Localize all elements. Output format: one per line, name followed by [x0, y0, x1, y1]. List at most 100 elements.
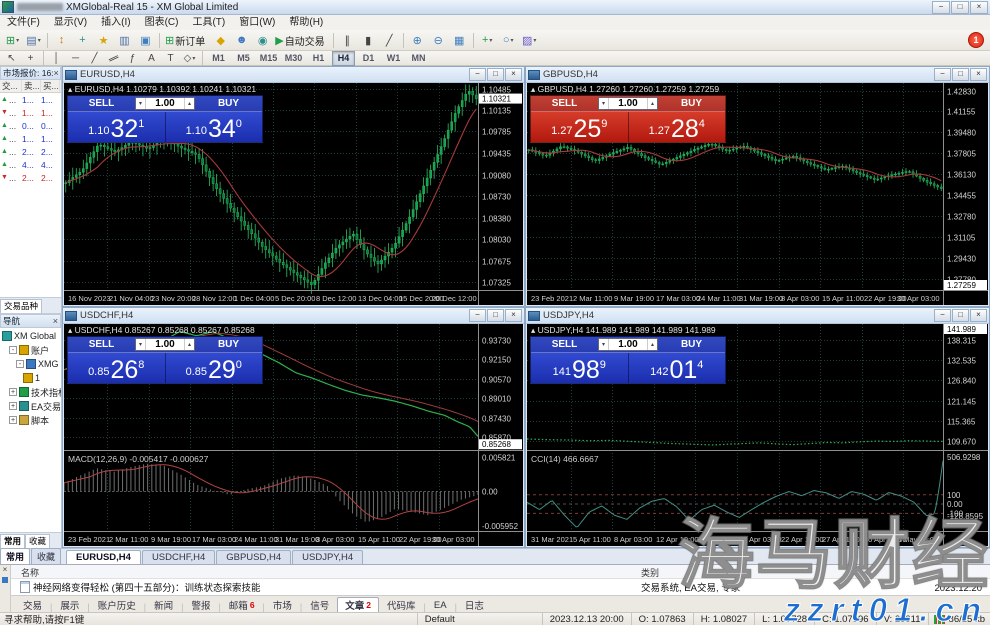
navigator-close-icon[interactable]: × — [53, 316, 58, 326]
terminal-icon[interactable]: ▥ — [115, 31, 134, 50]
channel-icon[interactable]: ∥ — [105, 51, 122, 66]
candlestick-chart-icon[interactable]: ▮ — [359, 31, 378, 50]
sell-button[interactable]: SELL — [68, 96, 135, 111]
market-watch-row[interactable]: ▲...4...4... — [0, 158, 61, 171]
column-category[interactable]: 类别 — [641, 566, 659, 579]
zoom-out-icon[interactable]: ⊖ — [429, 31, 448, 50]
article-row[interactable]: 神经网络变得轻松 (第四十五部分)：训练状态探索技能 交易系统, EA交易, 专… — [11, 579, 990, 594]
new-order-button[interactable]: ⊞新订单 — [164, 31, 209, 50]
menu-插入I[interactable]: 插入(I) — [94, 15, 137, 30]
volume-input[interactable]: 1.00 — [146, 98, 184, 109]
chart-window-titlebar[interactable]: USDCHF,H4−□× — [63, 308, 524, 324]
metaeditor-icon[interactable]: ◆ — [211, 31, 230, 50]
terminal-pin-icon[interactable] — [2, 577, 8, 583]
buy-price[interactable]: 0.85290 — [166, 353, 263, 383]
terminal-tab-市场[interactable]: 市场 — [265, 597, 300, 612]
volume-increase[interactable]: ▴ — [184, 339, 194, 350]
chart-minimize-button[interactable]: − — [934, 309, 951, 322]
chart-minimize-button[interactable]: − — [934, 68, 951, 81]
data-window-icon[interactable]: + — [73, 31, 92, 50]
sell-button[interactable]: SELL — [531, 96, 598, 111]
timeframe-h1[interactable]: H1 — [307, 51, 330, 66]
tile-windows-icon[interactable]: ▦ — [450, 31, 469, 50]
chart-canvas[interactable]: 1.104851.101351.097851.094351.090801.087… — [64, 83, 523, 305]
chart-tab-gbpusd[interactable]: GBPUSD,H4 — [216, 550, 291, 564]
tree-expand-icon[interactable]: - — [16, 360, 24, 368]
sell-price[interactable]: 0.85268 — [68, 353, 165, 383]
market-watch-column[interactable]: 交... — [0, 80, 22, 92]
status-profile[interactable]: Default — [418, 613, 543, 625]
timeframe-mn[interactable]: MN — [407, 51, 430, 66]
chart-canvas[interactable]: 138.315132.535126.840121.145115.365109.6… — [527, 324, 988, 546]
chart-close-button[interactable]: × — [505, 309, 522, 322]
market-watch-row[interactable]: ▲...2...2... — [0, 145, 61, 158]
line-chart-icon[interactable]: ╱ — [380, 31, 399, 50]
chart-restore-button[interactable]: □ — [487, 309, 504, 322]
buy-button[interactable]: BUY — [658, 337, 725, 352]
terminal-tab-信号[interactable]: 信号 — [302, 597, 337, 612]
autotrading-button[interactable]: ▶自动交易 — [274, 31, 328, 50]
terminal-tab-ea[interactable]: EA — [426, 597, 455, 612]
terminal-tab-文章[interactable]: 文章2 — [337, 597, 379, 612]
sell-price[interactable]: 1.27259 — [531, 112, 628, 142]
menu-帮助H[interactable]: 帮助(H) — [282, 15, 330, 30]
chart-minimize-button[interactable]: − — [469, 309, 486, 322]
navigator-tab-common[interactable]: 常用 — [0, 534, 25, 548]
timeframe-m30[interactable]: M30 — [282, 51, 305, 66]
profiles-icon[interactable]: ▤▾ — [24, 31, 43, 50]
volume-input[interactable]: 1.00 — [146, 339, 184, 350]
tree-expand-icon[interactable]: + — [9, 402, 17, 410]
tree-expand-icon[interactable]: - — [9, 346, 17, 354]
chart-minimize-button[interactable]: − — [469, 68, 486, 81]
buy-button[interactable]: BUY — [658, 96, 725, 111]
chart-tab-usdchf[interactable]: USDCHF,H4 — [142, 550, 215, 564]
volume-input[interactable]: 1.00 — [609, 98, 647, 109]
timeframe-m15[interactable]: M15 — [257, 51, 280, 66]
market-watch-column[interactable]: 买... — [41, 80, 60, 92]
chart-restore-button[interactable]: □ — [487, 68, 504, 81]
arrows-icon[interactable]: ◇▾ — [181, 51, 198, 66]
navigator-item-1[interactable]: 1 — [0, 371, 61, 385]
chart-tab-eurusd[interactable]: EURUSD,H4 — [66, 550, 141, 564]
navigator-item-xm-global[interactable]: XM Global — [0, 329, 61, 343]
chart-tab-usdjpy[interactable]: USDJPY,H4 — [292, 550, 363, 564]
terminal-tab-警报[interactable]: 警报 — [183, 597, 218, 612]
chart-restore-button[interactable]: □ — [952, 68, 969, 81]
tab-symbols[interactable]: 交易品种 — [0, 299, 42, 313]
menu-图表C[interactable]: 图表(C) — [138, 15, 186, 30]
navigator-item-xmg[interactable]: -XMG — [0, 357, 61, 371]
chart-window-titlebar[interactable]: EURUSD,H4−□× — [63, 67, 524, 83]
timeframe-m1[interactable]: M1 — [207, 51, 230, 66]
terminal-tab-代码库[interactable]: 代码库 — [379, 597, 424, 612]
sell-price[interactable]: 141989 — [531, 353, 628, 383]
volume-increase[interactable]: ▴ — [647, 339, 657, 350]
navigator-item-账户[interactable]: -账户 — [0, 343, 61, 357]
chart-canvas[interactable]: 1.428301.411551.394801.378051.361301.344… — [527, 83, 988, 305]
label-icon[interactable]: T — [162, 51, 179, 66]
buy-price[interactable]: 1.27284 — [629, 112, 726, 142]
navigator-item-脚本[interactable]: +脚本 — [0, 413, 61, 427]
tree-expand-icon[interactable]: + — [9, 388, 17, 396]
terminal-tab-交易[interactable]: 交易 — [15, 597, 50, 612]
crosshair-icon[interactable]: + — [22, 51, 39, 66]
volume-increase[interactable]: ▴ — [647, 98, 657, 109]
terminal-tab-新闻[interactable]: 新闻 — [146, 597, 181, 612]
zoom-in-icon[interactable]: ⊕ — [408, 31, 427, 50]
buy-button[interactable]: BUY — [195, 337, 262, 352]
terminal-tab-邮箱[interactable]: 邮箱6 — [221, 597, 263, 612]
volume-decrease[interactable]: ▾ — [136, 339, 146, 350]
fibonacci-icon[interactable]: ƒ — [124, 51, 141, 66]
market-watch-column[interactable]: 卖... — [22, 80, 41, 92]
chart-window-titlebar[interactable]: GBPUSD,H4−□× — [526, 67, 989, 83]
periods-icon[interactable]: ○▾ — [499, 31, 518, 50]
timeframe-m5[interactable]: M5 — [232, 51, 255, 66]
timeframe-h4[interactable]: H4 — [332, 51, 355, 66]
notifications-bell[interactable]: 1 — [968, 32, 984, 48]
volume-decrease[interactable]: ▾ — [599, 339, 609, 350]
chart-restore-button[interactable]: □ — [952, 309, 969, 322]
minimize-button[interactable]: − — [932, 1, 950, 14]
buy-price[interactable]: 142014 — [629, 353, 726, 383]
article-title[interactable]: 神经网络变得轻松 (第四十五部分)：训练状态探索技能 — [33, 580, 260, 594]
buy-price[interactable]: 1.10340 — [166, 112, 263, 142]
terminal-tab-日志[interactable]: 日志 — [457, 597, 492, 612]
